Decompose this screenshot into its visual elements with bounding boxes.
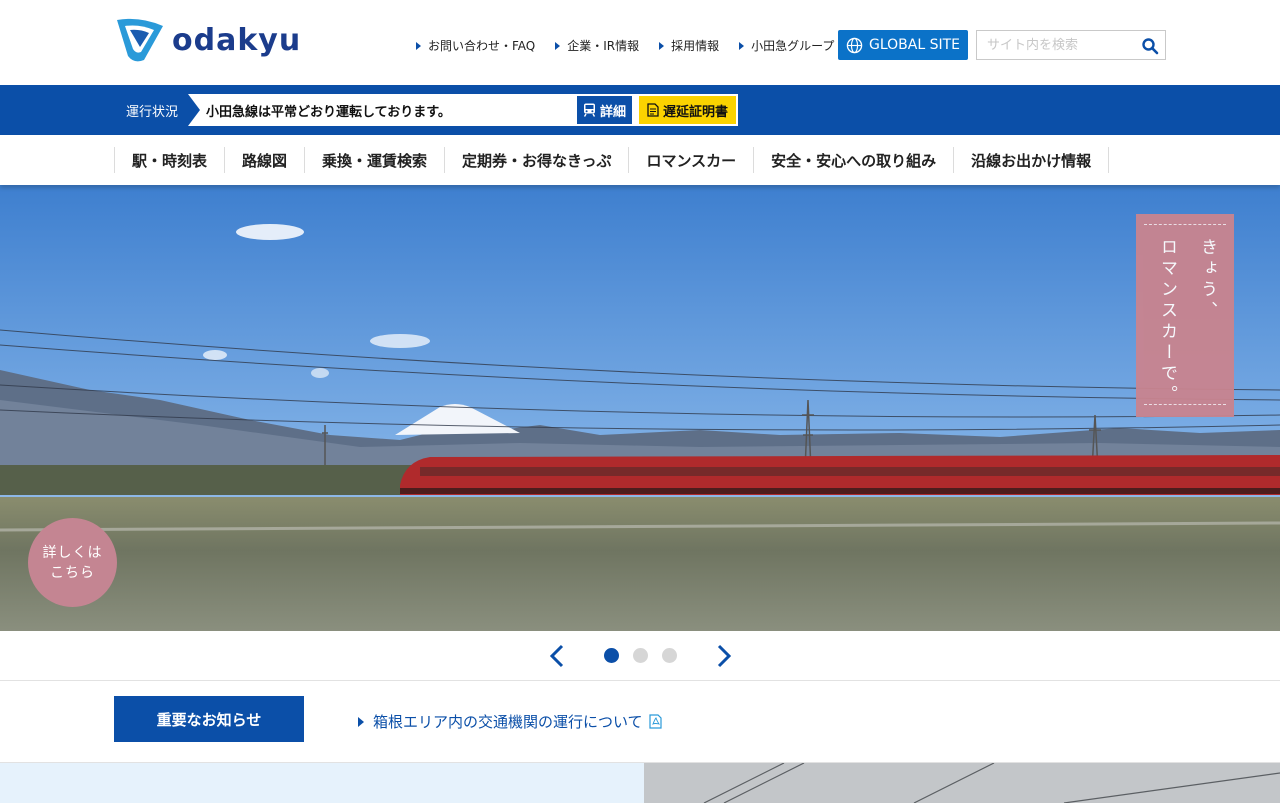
carousel-dots (603, 648, 677, 663)
pdf-icon (648, 714, 662, 729)
utility-link-faq[interactable]: お問い合わせ・FAQ (416, 37, 535, 54)
nav-item-route-map[interactable]: 路線図 (224, 147, 304, 173)
search-icon[interactable] (1141, 37, 1159, 55)
service-status-bar: 運行状況 小田急線は平常どおり運転しております。 詳細 遅延証明書 (0, 85, 1280, 135)
utility-nav: お問い合わせ・FAQ 企業・IR情報 採用情報 小田急グループ (416, 37, 834, 54)
caret-right-icon (416, 41, 421, 50)
hero-carousel[interactable]: きょう、 ロマンスカーで。 詳しくは こちら (0, 185, 1280, 631)
logo-mark-icon (117, 18, 163, 62)
utility-link-ir[interactable]: 企業・IR情報 (555, 37, 639, 54)
details-badge-button[interactable]: 詳しくは こちら (28, 518, 117, 607)
utility-link-recruit[interactable]: 採用情報 (659, 37, 719, 54)
status-detail-button[interactable]: 詳細 (577, 96, 632, 124)
hero-photo-train (0, 185, 1280, 631)
notice-link-hakone[interactable]: 箱根エリア内の交通機関の運行について (358, 711, 662, 732)
carousel-dot-3[interactable] (661, 648, 677, 663)
vertical-copy-line-1: きょう、 (1197, 238, 1217, 322)
delay-certificate-button[interactable]: 遅延証明書 (639, 96, 736, 124)
romancecar-train (400, 455, 1280, 495)
page: odakyu お問い合わせ・FAQ 企業・IR情報 採用情報 小田急グループ G… (0, 0, 1280, 803)
nav-item-stations-timetable[interactable]: 駅・時刻表 (114, 147, 224, 173)
caret-right-icon (659, 41, 665, 50)
vertical-copy-line-2: ロマンスカーで。 (1157, 238, 1177, 406)
odakyu-logo[interactable]: odakyu (114, 16, 314, 64)
overhead-wires-photo (644, 763, 1280, 803)
nav-item-passes-tickets[interactable]: 定期券・お得なきっぷ (444, 147, 628, 173)
caret-right-icon (358, 716, 364, 727)
document-icon (647, 103, 659, 117)
status-box: 運行状況 小田急線は平常どおり運転しております。 詳細 遅延証明書 (114, 92, 740, 128)
train-icon (583, 103, 596, 117)
site-search (976, 30, 1166, 60)
status-message: 小田急線は平常どおり運転しております。 (206, 104, 451, 120)
search-input[interactable] (977, 31, 1137, 59)
caret-right-icon (739, 41, 745, 50)
nav-item-safety[interactable]: 安全・安心への取り組み (753, 147, 953, 173)
caret-right-icon (555, 41, 561, 50)
logo-text: odakyu (172, 22, 302, 58)
globe-icon (846, 37, 863, 53)
carousel-dot-2[interactable] (632, 648, 648, 663)
global-site-button[interactable]: GLOBAL SITE (838, 30, 968, 60)
utility-link-group[interactable]: 小田急グループ (739, 37, 834, 54)
main-nav: 駅・時刻表 路線図 乗換・運賃検索 定期券・お得なきっぷ ロマンスカー 安全・安… (0, 135, 1280, 185)
chevron-left-icon[interactable] (546, 644, 570, 668)
content-panel-left (0, 763, 644, 803)
nav-item-romancecar[interactable]: ロマンスカー (628, 147, 753, 173)
notice-label: 重要なお知らせ (114, 696, 304, 742)
status-label: 運行状況 (116, 94, 200, 126)
chevron-right-icon[interactable] (711, 644, 735, 668)
nav-item-fare-search[interactable]: 乗換・運賃検索 (304, 147, 444, 173)
carousel-dot-1[interactable] (603, 648, 619, 663)
content-panel-right-photo (644, 763, 1280, 803)
important-notice: 重要なお知らせ 箱根エリア内の交通機関の運行について (0, 681, 1280, 763)
romancecar-vertical-banner: きょう、 ロマンスカーで。 (1136, 214, 1234, 417)
site-header: odakyu お問い合わせ・FAQ 企業・IR情報 採用情報 小田急グループ G… (0, 0, 1280, 85)
carousel-controls (0, 631, 1280, 681)
nav-item-outings[interactable]: 沿線お出かけ情報 (953, 147, 1110, 173)
